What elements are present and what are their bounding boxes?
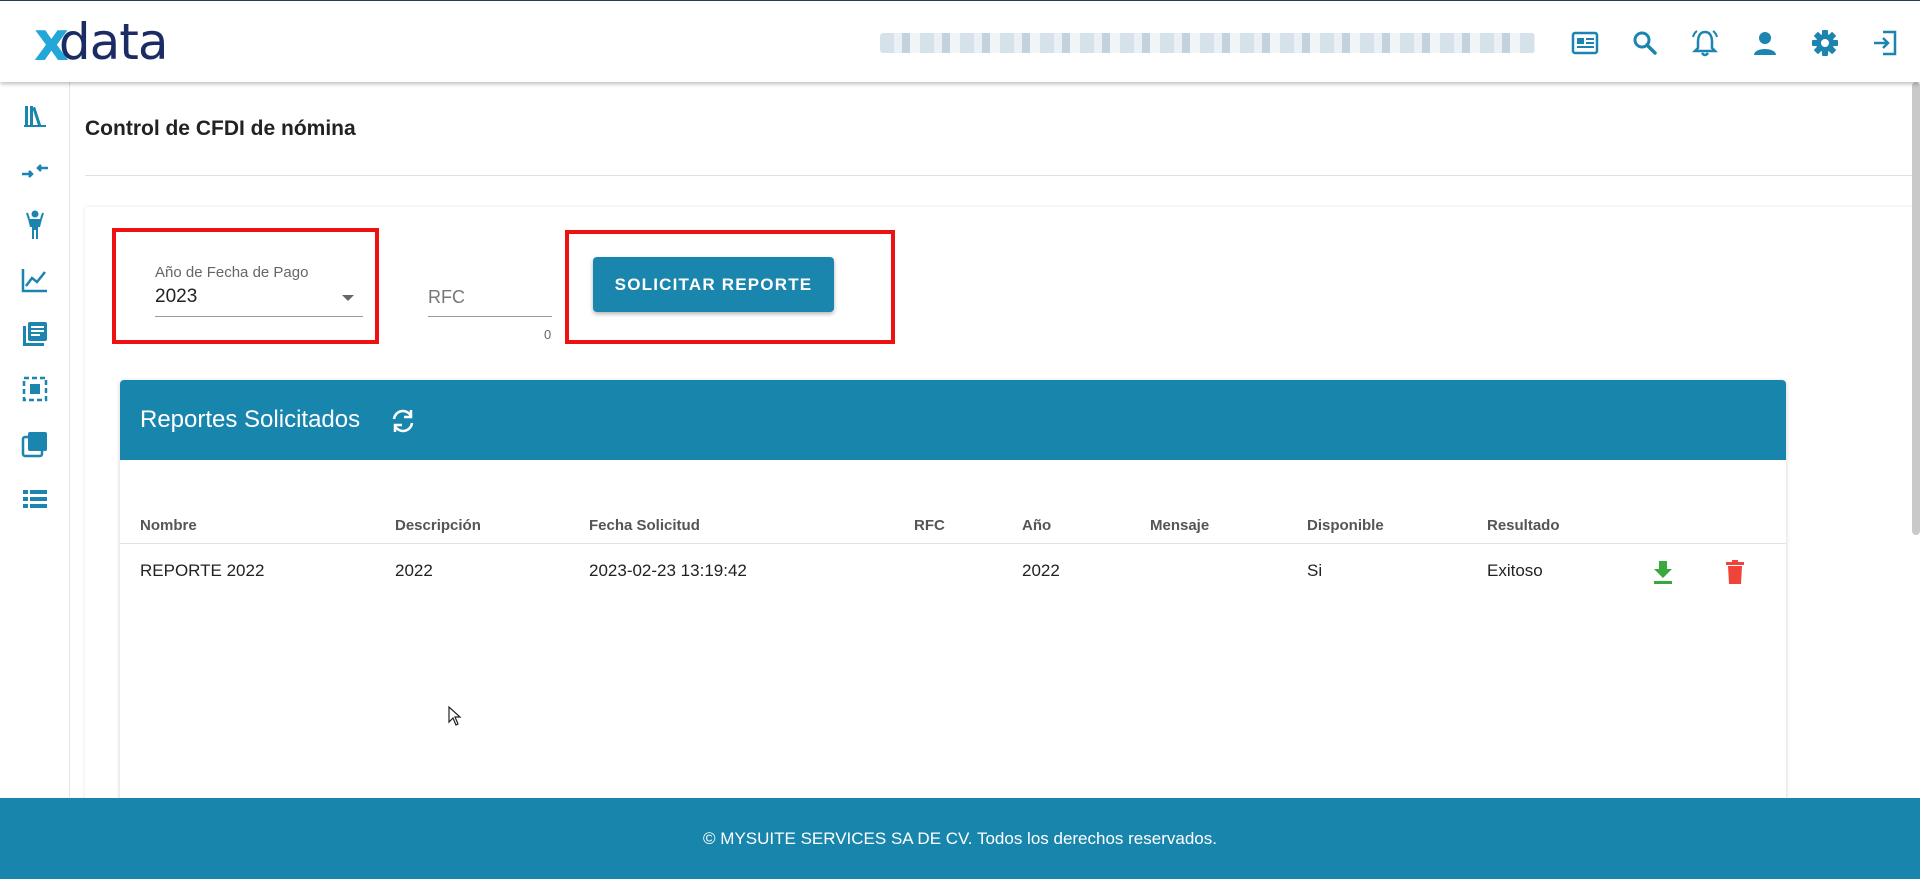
page-title: Control de CFDI de nómina — [85, 117, 356, 140]
year-field-label: Año de Fecha de Pago — [155, 264, 309, 281]
select-box-icon[interactable] — [20, 374, 50, 404]
user-icon[interactable] — [1750, 28, 1780, 58]
logout-icon[interactable] — [1870, 28, 1900, 58]
highlight-box-year — [112, 228, 379, 344]
cell-resultado: Exitoso — [1487, 561, 1543, 580]
mouse-cursor-icon — [448, 705, 462, 731]
rfc-input-underline — [428, 316, 552, 317]
title-divider — [85, 175, 1920, 176]
year-select-value[interactable]: 2023 — [155, 286, 197, 308]
page-scrollbar[interactable] — [1912, 82, 1920, 535]
col-header-descripcion[interactable]: Descripción — [395, 517, 481, 534]
cell-fecha-solicitud: 2023-02-23 13:19:42 — [589, 561, 747, 580]
reports-title: Reportes Solicitados — [140, 406, 361, 433]
cell-anio: 2022 — [1022, 561, 1060, 580]
news-icon[interactable] — [1570, 28, 1600, 58]
chart-line-icon[interactable] — [20, 265, 50, 295]
top-bar: x data — [0, 0, 1920, 82]
table-header-divider — [120, 543, 1786, 544]
reports-card-header: Reportes Solicitados — [120, 380, 1786, 460]
compress-arrows-icon[interactable] — [20, 156, 50, 186]
layers-icon[interactable] — [20, 429, 50, 459]
sidebar — [0, 82, 70, 797]
search-icon[interactable] — [1630, 28, 1660, 58]
col-header-fecha-solicitud[interactable]: Fecha Solicitud — [589, 517, 700, 534]
col-header-mensaje[interactable]: Mensaje — [1150, 517, 1209, 534]
download-icon[interactable] — [1649, 558, 1677, 586]
cell-disponible: Si — [1307, 561, 1323, 580]
person-icon[interactable] — [20, 210, 50, 240]
library-icon[interactable] — [20, 101, 50, 131]
settings-gear-icon[interactable] — [1810, 28, 1840, 58]
reports-card: Reportes Solicitados Nombre Descripción … — [120, 380, 1786, 810]
book-list-icon[interactable] — [20, 319, 50, 349]
notification-bell-icon[interactable] — [1690, 28, 1720, 58]
col-header-resultado[interactable]: Resultado — [1487, 517, 1560, 534]
footer: © MYSUITE SERVICES SA DE CV. Todos los d… — [0, 798, 1920, 879]
xdata-logo[interactable]: x data — [34, 13, 169, 71]
col-header-disponible[interactable]: Disponible — [1307, 517, 1384, 534]
rfc-char-counter: 0 — [544, 327, 552, 342]
logo-data: data — [58, 13, 169, 71]
cell-nombre: REPORTE 2022 — [140, 561, 265, 580]
solicitar-reporte-button[interactable]: SOLICITAR REPORTE — [593, 257, 834, 312]
list-icon[interactable] — [20, 484, 50, 514]
blurred-user-info — [880, 33, 1535, 53]
col-header-nombre[interactable]: Nombre — [140, 517, 197, 534]
delete-trash-icon[interactable] — [1721, 558, 1749, 586]
cell-descripcion: 2022 — [395, 561, 433, 580]
footer-copyright: © MYSUITE SERVICES SA DE CV. Todos los d… — [703, 828, 1217, 848]
col-header-anio[interactable]: Año — [1022, 517, 1051, 534]
refresh-icon[interactable] — [388, 406, 418, 436]
rfc-input[interactable]: RFC — [428, 287, 465, 308]
col-header-rfc[interactable]: RFC — [914, 517, 945, 534]
chevron-down-icon[interactable] — [342, 295, 354, 301]
year-select-underline — [155, 316, 363, 317]
